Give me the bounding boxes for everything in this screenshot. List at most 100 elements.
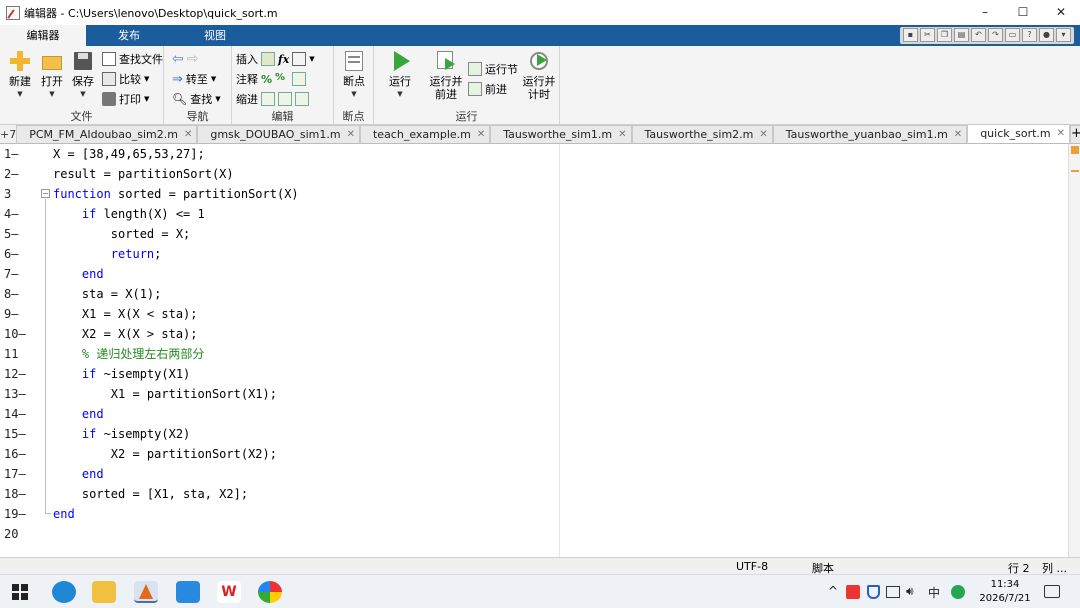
save-button[interactable]: 保存 ▼ bbox=[67, 50, 99, 101]
smart-indent-icon[interactable] bbox=[261, 92, 275, 106]
code-line[interactable]: result = partitionSort(X) bbox=[53, 164, 553, 184]
close-tab-icon[interactable]: ✕ bbox=[759, 129, 767, 140]
code-line[interactable] bbox=[53, 524, 553, 544]
close-tab-icon[interactable]: ✕ bbox=[184, 129, 192, 140]
switch-window-icon[interactable]: ▭ bbox=[1005, 28, 1020, 42]
forward-arrow-icon[interactable]: ⇨ bbox=[187, 51, 199, 67]
line-number[interactable]: 11 bbox=[0, 344, 38, 364]
code-line[interactable]: X1 = partitionSort(X1); bbox=[53, 384, 553, 404]
close-tab-icon[interactable]: ✕ bbox=[477, 129, 485, 140]
tab-tausworthe-sim1[interactable]: Tausworthe_sim1.m ✕ bbox=[490, 125, 632, 143]
line-number[interactable]: 6— bbox=[0, 244, 38, 264]
wrap-comments-icon[interactable] bbox=[292, 72, 307, 86]
minimize-button[interactable]: – bbox=[966, 0, 1004, 25]
edge-browser-icon[interactable] bbox=[52, 581, 76, 603]
volume-icon[interactable]: 🔊︎ bbox=[906, 584, 914, 599]
uncomment-icon[interactable]: % bbox=[275, 72, 289, 86]
tray-expand-icon[interactable]: ^ bbox=[828, 584, 838, 598]
tab-editor[interactable]: 编辑器 bbox=[0, 25, 86, 46]
line-number[interactable]: 9— bbox=[0, 304, 38, 324]
code-line[interactable]: end bbox=[53, 504, 553, 524]
tab-pcm-fm[interactable]: PCM_FM_AIdoubao_sim2.m ✕ bbox=[16, 125, 198, 143]
line-number[interactable]: 8— bbox=[0, 284, 38, 304]
fold-toggle-icon[interactable]: − bbox=[41, 189, 50, 198]
line-number[interactable]: 1— bbox=[0, 144, 38, 164]
code-line[interactable]: end bbox=[53, 264, 553, 284]
windows-start-icon[interactable] bbox=[10, 582, 30, 602]
warning-line-marker[interactable] bbox=[1071, 170, 1079, 172]
code-line[interactable]: sorted = [X1, sta, X2]; bbox=[53, 484, 553, 504]
save-icon[interactable]: ▪ bbox=[903, 28, 918, 42]
options-icon[interactable]: ● bbox=[1039, 28, 1054, 42]
battery-icon[interactable] bbox=[886, 586, 900, 598]
help-icon[interactable]: ? bbox=[1022, 28, 1037, 42]
tab-publish[interactable]: 发布 bbox=[86, 25, 172, 46]
tab-gmsk[interactable]: gmsk_DOUBAO_sim1.m ✕ bbox=[197, 125, 360, 143]
expand-icon[interactable]: ▾ bbox=[1056, 28, 1071, 42]
file-explorer-icon[interactable] bbox=[92, 581, 116, 603]
line-number[interactable]: 17— bbox=[0, 464, 38, 484]
code-line[interactable]: % 递归处理左右两部分 bbox=[53, 344, 553, 364]
tab-tausworthe-yuanbao[interactable]: Tausworthe_yuanbao_sim1.m ✕ bbox=[772, 125, 968, 143]
open-button[interactable]: 打开 ▼ bbox=[36, 50, 68, 101]
line-number[interactable]: 16— bbox=[0, 444, 38, 464]
code-line[interactable]: X2 = partitionSort(X2); bbox=[53, 444, 553, 464]
close-tab-icon[interactable]: ✕ bbox=[618, 129, 626, 140]
line-number[interactable]: 15— bbox=[0, 424, 38, 444]
undo-icon[interactable]: ↶ bbox=[971, 28, 986, 42]
fx-icon[interactable]: fx bbox=[278, 53, 289, 66]
new-tab-button[interactable]: + bbox=[1070, 125, 1080, 143]
antivirus-icon[interactable] bbox=[846, 585, 860, 599]
overflow-tabs-button[interactable]: +7 bbox=[0, 126, 16, 143]
advance-button[interactable]: 前进 bbox=[468, 80, 507, 98]
tab-quick-sort[interactable]: quick_sort.m ✕ bbox=[967, 124, 1071, 143]
find-files-button[interactable]: 查找文件 bbox=[102, 50, 163, 68]
breakpoint-button[interactable]: 断点 ▼ bbox=[338, 50, 370, 101]
indent-button[interactable]: 缩进 bbox=[236, 90, 309, 108]
run-and-advance-button[interactable]: 运行并 前进 bbox=[426, 50, 466, 101]
back-arrow-icon[interactable]: ⇦ bbox=[172, 51, 184, 67]
line-number[interactable]: 12— bbox=[0, 364, 38, 384]
code-line[interactable]: return; bbox=[53, 244, 553, 264]
app-tray-icon[interactable] bbox=[951, 585, 965, 599]
redo-icon[interactable]: ↷ bbox=[988, 28, 1003, 42]
code-line[interactable]: end bbox=[53, 404, 553, 424]
code-line[interactable]: if ~isempty(X1) bbox=[53, 364, 553, 384]
maximize-button[interactable]: ☐ bbox=[1004, 0, 1042, 25]
insert-button[interactable]: 插入 fx ▼ bbox=[236, 50, 315, 68]
line-number[interactable]: 18— bbox=[0, 484, 38, 504]
increase-indent-icon[interactable] bbox=[278, 92, 292, 106]
new-button[interactable]: 新建 ▼ bbox=[4, 50, 36, 101]
ime-indicator[interactable]: 中 bbox=[928, 584, 940, 601]
line-number[interactable]: 5— bbox=[0, 224, 38, 244]
code-editor[interactable]: 1— 2— 3 4— 5— 6— 7— 8— 9— 10— 11 12— 13— 14— 15— 16— 17—… bbox=[0, 144, 1068, 557]
line-number[interactable]: 2— bbox=[0, 164, 38, 184]
compare-button[interactable]: 比较 ▼ bbox=[102, 70, 149, 88]
comment-button[interactable]: 注释 % % bbox=[236, 70, 307, 88]
vertical-scrollbar[interactable] bbox=[1068, 144, 1080, 557]
run-button[interactable]: 运行 ▼ bbox=[384, 50, 416, 101]
run-and-time-button[interactable]: 运行并 计时 bbox=[520, 50, 558, 101]
app-blue-icon[interactable] bbox=[176, 581, 200, 603]
code-line[interactable]: if length(X) <= 1 bbox=[53, 204, 553, 224]
tab-tausworthe-sim2[interactable]: Tausworthe_sim2.m ✕ bbox=[631, 125, 773, 143]
close-button[interactable]: ✕ bbox=[1042, 0, 1080, 25]
code-line[interactable]: sta = X(1); bbox=[53, 284, 553, 304]
warning-marker-icon[interactable] bbox=[1071, 146, 1079, 154]
code-line[interactable]: X2 = X(X > sta); bbox=[53, 324, 553, 344]
line-number[interactable]: 20 bbox=[0, 524, 38, 544]
close-tab-icon[interactable]: ✕ bbox=[347, 129, 355, 140]
notifications-icon[interactable] bbox=[1044, 585, 1060, 598]
decrease-indent-icon[interactable] bbox=[295, 92, 309, 106]
chrome-icon[interactable] bbox=[258, 581, 282, 603]
goto-button[interactable]: ⇒ 转至 ▼ bbox=[172, 70, 216, 88]
find-button[interactable]: 🔍︎ 查找 ▼ bbox=[172, 90, 221, 108]
close-tab-icon[interactable]: ✕ bbox=[1057, 128, 1065, 139]
percent-icon[interactable]: % bbox=[261, 73, 272, 86]
line-number[interactable]: 10— bbox=[0, 324, 38, 344]
code-line[interactable]: X1 = X(X < sta); bbox=[53, 304, 553, 324]
line-number[interactable]: 14— bbox=[0, 404, 38, 424]
function-icon[interactable] bbox=[292, 52, 307, 66]
code-line[interactable]: end bbox=[53, 464, 553, 484]
line-number[interactable]: 3 bbox=[0, 184, 38, 204]
